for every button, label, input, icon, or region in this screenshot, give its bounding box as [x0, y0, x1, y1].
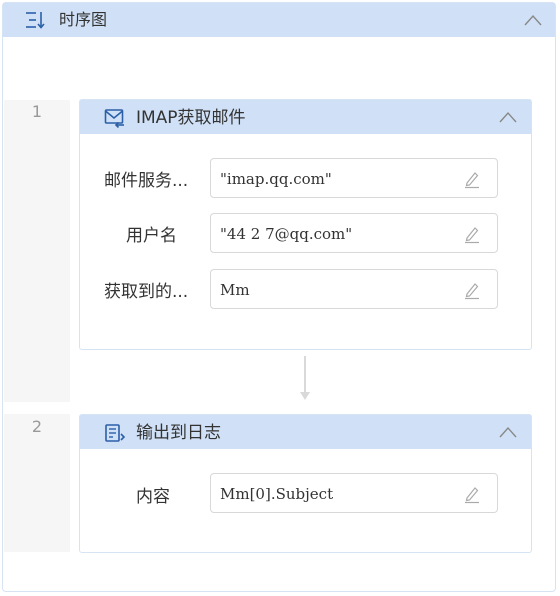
mail-server-field[interactable]: "imap.qq.com": [210, 158, 498, 198]
fetched-result-field[interactable]: Mm: [210, 269, 498, 309]
username-field[interactable]: "44 2 7@qq.com": [210, 213, 498, 253]
edit-pencil-icon[interactable]: [463, 224, 481, 244]
step-card-header[interactable]: IMAP获取邮件: [80, 100, 531, 134]
step-card-log[interactable]: 输出到日志 内容 Mm[0].Subject: [79, 414, 532, 553]
log-output-icon: [105, 424, 126, 442]
field-label-username: 用户名: [126, 226, 177, 246]
collapse-chevron-icon[interactable]: [498, 110, 518, 124]
field-value: "44 2 7@qq.com": [220, 225, 353, 243]
field-label-fetched-result: 获取到的...: [104, 282, 189, 302]
step-card-header[interactable]: 输出到日志: [80, 415, 531, 449]
collapse-chevron-icon[interactable]: [523, 13, 543, 27]
arrow-down-icon: [300, 392, 310, 400]
sequence-list-icon: [26, 12, 45, 29]
step-number: 1: [31, 102, 43, 121]
step-number: 2: [31, 417, 43, 436]
collapse-chevron-icon[interactable]: [498, 425, 518, 439]
sequence-header[interactable]: 时序图: [3, 3, 555, 37]
edit-pencil-icon[interactable]: [463, 169, 481, 189]
edit-pencil-icon[interactable]: [463, 280, 481, 300]
mail-receive-icon: [104, 109, 124, 128]
field-value: Mm: [220, 281, 250, 299]
step-gutter: [4, 100, 70, 402]
field-label-mail-server: 邮件服务...: [104, 171, 189, 191]
flow-connector: [304, 356, 306, 392]
edit-pencil-icon[interactable]: [463, 484, 481, 504]
field-value: Mm[0].Subject: [220, 485, 334, 503]
step-card-imap[interactable]: IMAP获取邮件 邮件服务... "imap.qq.com" 用户名 "44 2…: [79, 99, 532, 350]
step-title: IMAP获取邮件: [136, 108, 246, 128]
field-value: "imap.qq.com": [220, 170, 332, 188]
field-label-content: 内容: [136, 487, 170, 507]
step-title: 输出到日志: [136, 423, 221, 443]
content-field[interactable]: Mm[0].Subject: [210, 473, 498, 513]
page-title: 时序图: [59, 10, 108, 29]
